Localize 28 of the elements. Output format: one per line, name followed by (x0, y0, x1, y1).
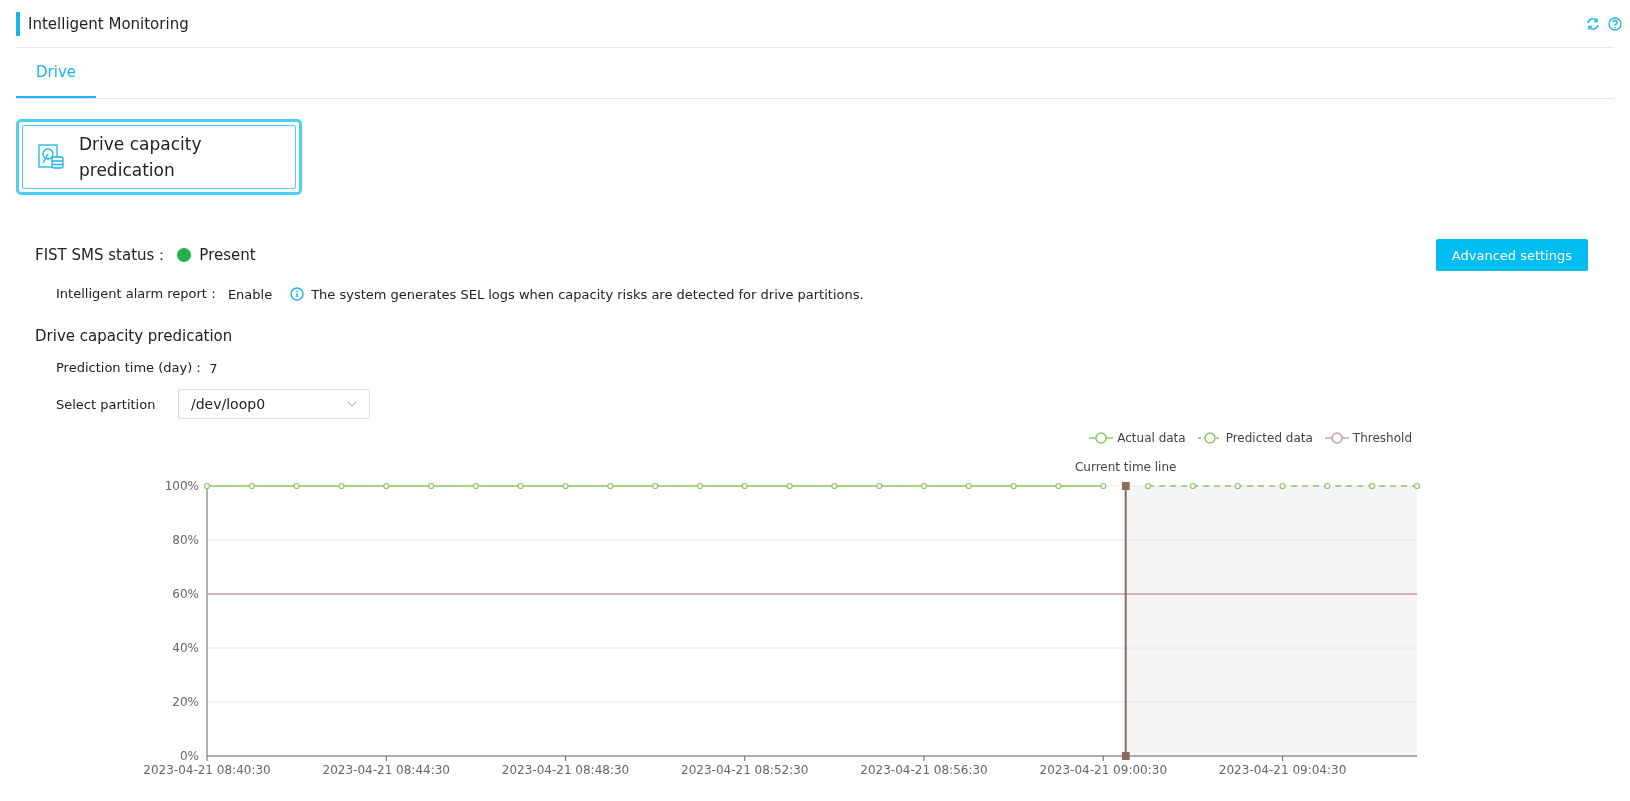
status-label: FIST SMS status： (35, 245, 170, 265)
alarm-label: Intelligent alarm report： (56, 285, 220, 303)
current-time-label: Current time line (1074, 460, 1177, 474)
y-tick-label: 100% (164, 479, 199, 493)
x-tick-label: 2023-04-21 08:44:30 (322, 763, 450, 777)
info-text: The system generates SEL logs when capacity risks are detected for drive partitions. (311, 286, 864, 302)
y-tick-label: 80% (172, 533, 199, 547)
x-tick-label: 2023-04-21 08:52:30 (681, 763, 809, 777)
prediction-label: Prediction time (day)： (56, 359, 206, 377)
x-tick-label: 2023-04-21 09:04:30 (1218, 763, 1347, 777)
section-title: Drive capacity predication (35, 327, 234, 345)
card-label: Drive capacity predication (79, 133, 203, 182)
y-tick-label: 60% (172, 587, 199, 601)
x-tick-label: 2023-04-21 09:00:30 (1039, 763, 1167, 777)
x-tick-label: 2023-04-21 08:40:30 (143, 763, 271, 777)
status-value: Present (199, 246, 256, 264)
legend-label: Threshold (1352, 431, 1412, 445)
legend-label: Predicted data (1225, 431, 1313, 445)
y-tick-label: 0% (179, 749, 199, 763)
alarm-value: Enable (227, 286, 273, 302)
prediction-value: 7 (209, 360, 218, 376)
partition-label: Select partition (56, 396, 157, 412)
y-tick-label: 40% (172, 641, 199, 655)
x-tick-label: 2023-04-21 08:56:30 (860, 763, 988, 777)
page-title: Intelligent Monitoring (28, 14, 189, 33)
x-tick-label: 2023-04-21 08:48:30 (501, 763, 630, 777)
legend-label: Actual data (1117, 431, 1186, 445)
y-tick-label: 20% (172, 695, 199, 709)
